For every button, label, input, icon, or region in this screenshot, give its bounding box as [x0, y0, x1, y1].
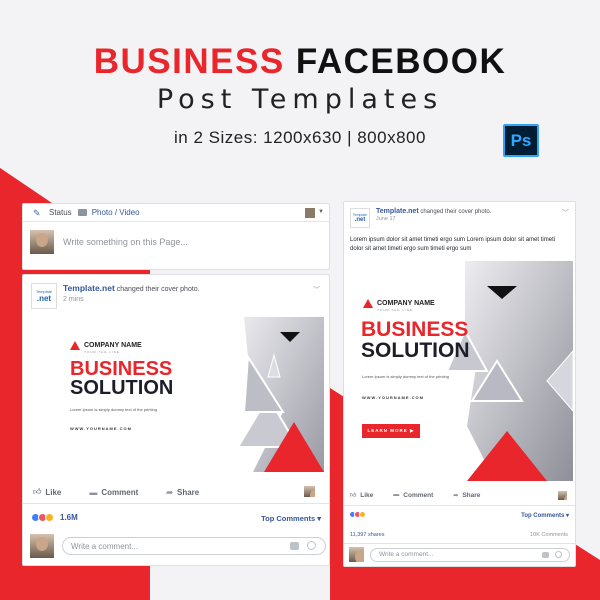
- share-button[interactable]: ➦ Share: [166, 488, 199, 497]
- company-name-text: COMPANY NAME: [377, 300, 435, 307]
- company-logo-icon: [363, 299, 373, 308]
- chevron-down-icon[interactable]: ▼: [318, 209, 324, 215]
- ad-lorem: Lorem Ipsum is simply dummy text of the …: [362, 374, 449, 379]
- page-logo[interactable]: Template .net: [350, 208, 370, 228]
- ad-image[interactable]: COMPANY NAME YOUR TAG LINE BUSINESS SOLU…: [48, 317, 324, 472]
- headline-business: BUSINESS: [70, 358, 173, 380]
- status-tab[interactable]: Status: [49, 208, 72, 217]
- logo-net: .net: [36, 294, 52, 303]
- company-name-text: COMPANY NAME: [84, 342, 142, 349]
- comment-button[interactable]: ▬ Comment: [393, 492, 433, 499]
- thumbs-up-icon: 👍︎: [33, 487, 42, 496]
- headline-solution: SOLUTION: [70, 377, 174, 399]
- shares-count[interactable]: 11,397 shares: [350, 532, 384, 538]
- comment-label: Comment: [403, 491, 434, 499]
- photo-video-tab[interactable]: Photo / Video: [92, 208, 140, 217]
- pencil-icon: ✎: [33, 207, 41, 218]
- avatar: [349, 547, 364, 562]
- headline-solution: SOLUTION: [361, 339, 470, 362]
- chevron-down-icon[interactable]: ﹀: [313, 285, 320, 295]
- like-button[interactable]: 👍︎ Like: [33, 487, 61, 497]
- company-name: COMPANY NAME: [363, 299, 435, 308]
- like-label: Like: [360, 491, 374, 499]
- comment-placeholder: Write a comment...: [379, 551, 434, 558]
- wow-reaction-icon: [359, 511, 366, 518]
- reactions[interactable]: [349, 511, 366, 518]
- avatar[interactable]: [304, 486, 315, 497]
- comment-placeholder: Write a comment...: [71, 541, 138, 551]
- emoji-icon[interactable]: [555, 550, 562, 558]
- wow-reaction-icon: [45, 513, 54, 522]
- photoshop-icon: Ps: [503, 124, 539, 157]
- title-black: FACEBOOK: [295, 42, 507, 81]
- comment-button[interactable]: ▬ Comment: [89, 488, 138, 497]
- title-red: BUSINESS: [93, 42, 285, 81]
- reaction-count[interactable]: 1.6M: [60, 513, 78, 522]
- top-comments-dropdown[interactable]: Top Comments ▾: [261, 514, 321, 523]
- post-action: changed their cover photo.: [114, 286, 200, 293]
- avatar[interactable]: [305, 208, 315, 218]
- comment-icon: ▬: [393, 492, 400, 498]
- post-card-square: Template .net Template.net changed their…: [343, 201, 576, 567]
- headline-business: BUSINESS: [361, 318, 469, 341]
- company-name: COMPANY NAME: [70, 341, 142, 350]
- page-logo[interactable]: Template .net: [31, 283, 57, 309]
- avatar[interactable]: [558, 491, 567, 500]
- like-label: Like: [45, 487, 62, 497]
- company-tagline: YOUR TAG LINE: [84, 350, 120, 354]
- share-label: Share: [462, 491, 481, 499]
- page-name[interactable]: Template.net: [376, 208, 419, 215]
- top-comments-dropdown[interactable]: Top Comments ▾: [521, 512, 569, 519]
- subtitle: Post Templates: [156, 84, 444, 115]
- emoji-icon[interactable]: [307, 541, 316, 550]
- camera-icon[interactable]: [290, 542, 299, 550]
- share-label: Share: [176, 487, 200, 497]
- post-time[interactable]: 2 mins: [63, 296, 200, 303]
- ad-website: WWW.YOURNAME.COM: [70, 426, 132, 431]
- comment-input[interactable]: Write a comment...: [370, 547, 570, 562]
- ad-image[interactable]: COMPANY NAME YOUR TAG LINE BUSINESS SOLU…: [347, 261, 573, 481]
- company-logo-icon: [70, 341, 80, 350]
- learn-more-button[interactable]: LEARN MORE ▶: [362, 424, 420, 438]
- comment-label: Comment: [101, 487, 139, 497]
- comment-input[interactable]: Write a comment...: [62, 537, 326, 555]
- share-icon: ➦: [166, 487, 173, 497]
- page-name[interactable]: Template.net: [63, 283, 115, 293]
- post-card-landscape: Template .net Template.net changed their…: [22, 274, 330, 566]
- divider: [344, 543, 575, 544]
- divider: [23, 503, 329, 504]
- thumbs-up-icon: 👍︎: [350, 493, 357, 499]
- status-input[interactable]: Write something on this Page...: [63, 237, 188, 247]
- logo-net: .net: [354, 217, 366, 223]
- post-text: Lorem ipsum dolor sit amet timeti ergo s…: [350, 237, 556, 252]
- share-button[interactable]: ➦ Share: [453, 492, 480, 499]
- like-button[interactable]: 👍︎ Like: [350, 491, 374, 500]
- ad-lorem: Lorem Ipsum is simply dummy text of the …: [70, 407, 157, 412]
- comment-composer: Write a comment...: [349, 547, 570, 562]
- reactions[interactable]: 1.6M: [31, 513, 78, 522]
- comments-count[interactable]: 10K Comments: [530, 532, 568, 538]
- ad-photo-shapes: [445, 261, 573, 481]
- avatar: [30, 534, 54, 558]
- avatar: [30, 230, 54, 254]
- divider: [344, 505, 575, 506]
- chevron-down-icon[interactable]: ﹀: [562, 208, 569, 218]
- comment-icon: ▬: [89, 487, 98, 497]
- post-actions: 👍︎ Like ▬ Comment ➦ Share: [33, 487, 199, 497]
- post-actions: 👍︎ Like ▬ Comment ➦ Share: [350, 491, 480, 500]
- ad-website: WWW.YOURNAME.COM: [362, 395, 424, 400]
- main-title: BUSINESS FACEBOOK: [0, 42, 600, 82]
- camera-icon[interactable]: [542, 551, 549, 558]
- composer-tabs: ✎ Status Photo / Video ▼: [23, 204, 329, 222]
- share-icon: ➦: [453, 492, 459, 499]
- comment-composer: Write a comment...: [30, 534, 326, 558]
- status-composer: ✎ Status Photo / Video ▼ Write something…: [22, 203, 330, 270]
- company-tagline: YOUR TAG LINE: [377, 308, 413, 312]
- post-action: changed their cover photo.: [418, 209, 492, 215]
- post-time[interactable]: June 17: [376, 216, 491, 222]
- camera-icon: [77, 209, 87, 216]
